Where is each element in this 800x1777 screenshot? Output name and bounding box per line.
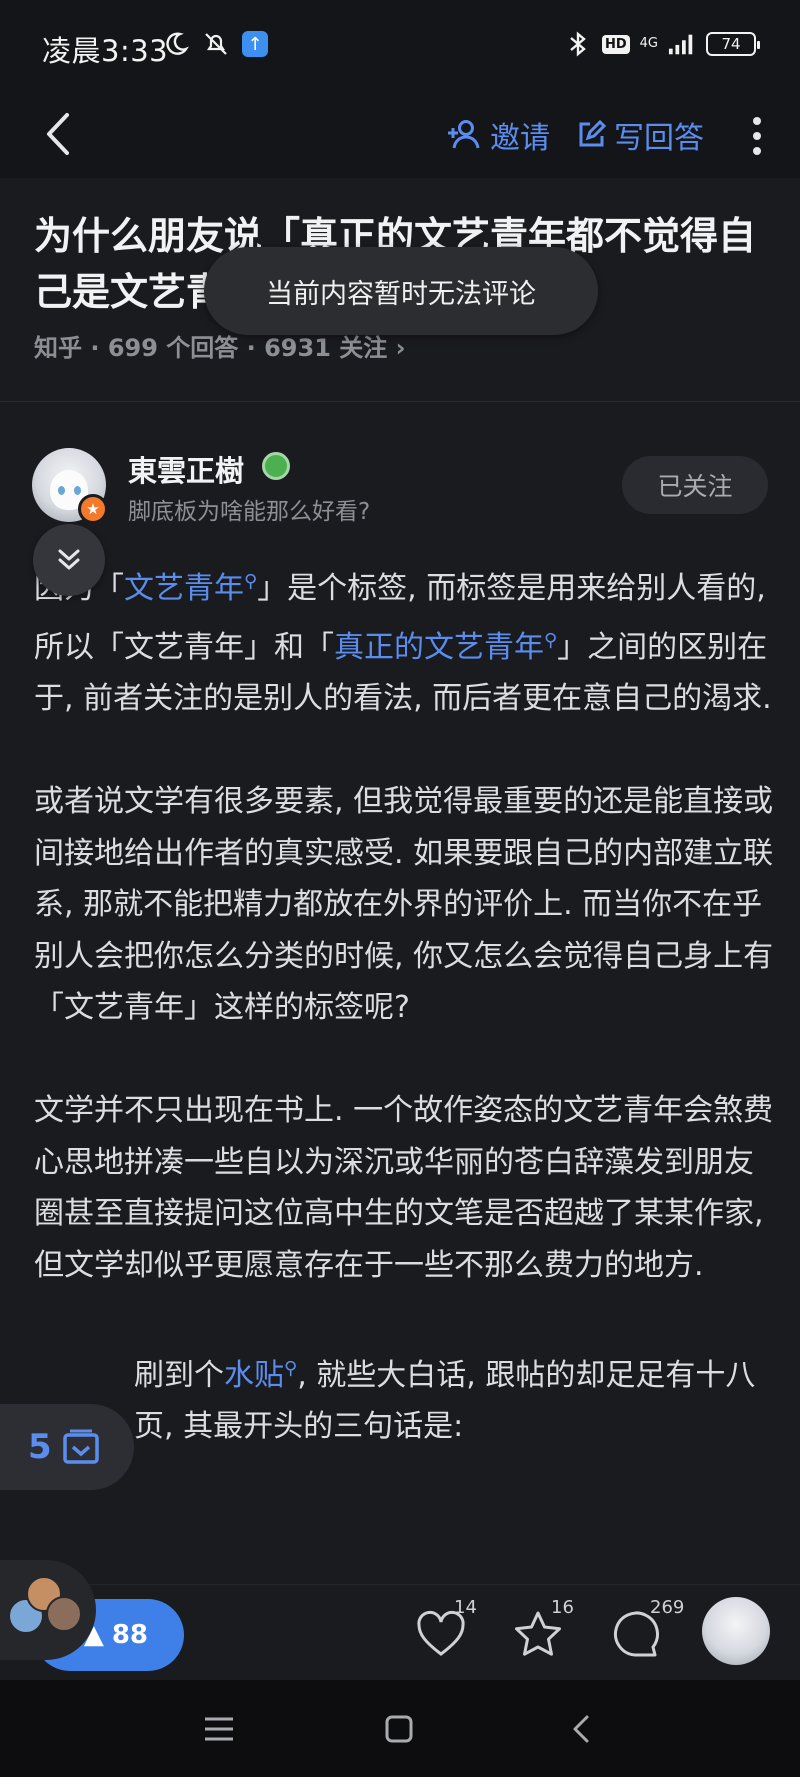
like-count: 14 xyxy=(454,1597,477,1618)
system-nav-bar xyxy=(0,1680,800,1777)
keyword-link[interactable]: 文艺青年 xyxy=(124,571,244,606)
inbox-icon xyxy=(62,1429,99,1464)
status-icons-right: HD 4G 74 xyxy=(564,30,760,58)
bluetooth-icon xyxy=(564,30,592,58)
collapse-button[interactable] xyxy=(33,524,105,596)
mute-bell-icon xyxy=(202,30,230,58)
back-chevron-icon xyxy=(573,1715,589,1743)
search-icon: ⚲ xyxy=(544,629,558,651)
status-time: 凌晨3:33 xyxy=(42,34,169,68)
menu-button[interactable] xyxy=(194,1704,244,1754)
answer-paragraph: 或者说文学有很多要素, 但我觉得最重要的还是能直接或间接地给出作者的真实感受. … xyxy=(34,784,774,1025)
status-bar: 凌晨3:33 ↑ HD 4G 74 xyxy=(0,0,800,92)
more-options-button[interactable] xyxy=(742,106,772,166)
text-span: 刷到个 xyxy=(134,1357,224,1393)
star-badge-icon: ★ xyxy=(78,494,108,524)
answer-paragraph: 刷到个水贴⚲, 就些大白话, 跟帖的却足足有十八页, 其最开头的三句话是: xyxy=(34,1343,774,1453)
add-user-icon xyxy=(448,120,480,149)
keyword-link[interactable]: 真正的文艺青年 xyxy=(334,630,544,665)
search-icon: ⚲ xyxy=(284,1357,298,1379)
keyword-link[interactable]: 水贴 xyxy=(224,1358,284,1393)
upvote-count: 88 xyxy=(111,1620,148,1650)
battery-indicator: 74 xyxy=(706,32,760,56)
double-chevron-down-icon xyxy=(58,549,80,570)
network-type: 4G xyxy=(639,36,658,51)
author-row: ★ 東雲正樹 脚底板为啥能那么好看? 已关注 xyxy=(0,440,800,540)
author-name[interactable]: 東雲正樹 xyxy=(128,448,244,490)
verified-badge-icon xyxy=(262,452,290,480)
top-nav: 邀请 写回答 xyxy=(0,92,800,178)
comment-count: 269 xyxy=(650,1597,685,1618)
mini-avatar xyxy=(46,1596,82,1632)
dot-icon xyxy=(753,132,761,140)
hd-badge: HD xyxy=(601,34,630,54)
write-answer-label: 写回答 xyxy=(614,121,704,156)
answer-content: 因为「文艺青年⚲」是个标签, 而标签是用来给别人看的, 所以「文艺青年」和「真正… xyxy=(34,556,774,1504)
upload-notification-icon: ↑ xyxy=(242,31,268,57)
invite-button[interactable]: 邀请 xyxy=(446,108,550,162)
back-button[interactable] xyxy=(36,104,80,164)
answer-counter-button[interactable]: 5 xyxy=(0,1404,134,1490)
signal-icon xyxy=(668,30,696,58)
answer-paragraph: 因为「文艺青年⚲」是个标签, 而标签是用来给别人看的, 所以「文艺青年」和「真正… xyxy=(34,556,774,725)
favorite-count: 16 xyxy=(551,1597,574,1618)
search-icon: ⚲ xyxy=(244,571,258,592)
home-square-icon xyxy=(385,1715,413,1743)
back-arrow-icon xyxy=(47,113,69,155)
menu-icon xyxy=(205,1717,233,1741)
user-avatar[interactable] xyxy=(702,1597,770,1665)
toast-message: 当前内容暂时无法评论 xyxy=(204,247,598,335)
dot-icon xyxy=(753,117,761,125)
listener-avatars[interactable] xyxy=(0,1560,96,1660)
counter-value: 5 xyxy=(28,1427,52,1467)
avatar-eye xyxy=(58,486,65,495)
home-button[interactable] xyxy=(374,1704,424,1754)
moon-icon xyxy=(162,30,190,58)
invite-label: 邀请 xyxy=(490,121,550,156)
author-bio: 脚底板为啥能那么好看? xyxy=(128,499,371,525)
edit-icon xyxy=(579,120,606,147)
follow-button[interactable]: 已关注 xyxy=(622,456,768,514)
answer-paragraph: 文学并不只出现在书上. 一个故作姿态的文艺青年会煞费心思地拼凑一些自以为深沉或华… xyxy=(34,1093,774,1283)
dot-icon xyxy=(753,147,761,155)
status-icons-left: ↑ xyxy=(162,30,268,58)
bottom-action-bar: ▲ 88 14 16 269 xyxy=(0,1584,800,1680)
avatar-eye xyxy=(74,486,81,495)
system-back-button[interactable] xyxy=(556,1704,606,1754)
write-answer-button[interactable]: 写回答 xyxy=(576,108,704,162)
